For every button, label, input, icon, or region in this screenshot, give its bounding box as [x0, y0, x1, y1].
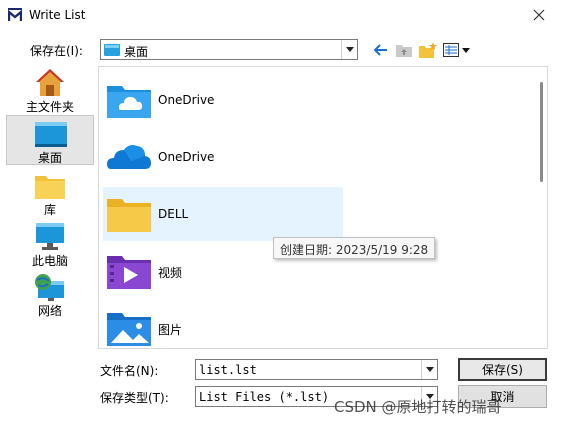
- lookin-label: 保存在(I):: [30, 44, 83, 58]
- chevron-down-icon[interactable]: [341, 40, 357, 59]
- save-button[interactable]: 保存(S): [458, 358, 547, 381]
- list-item[interactable]: OneDrive: [103, 73, 343, 127]
- up-folder-button[interactable]: [395, 40, 413, 60]
- places-sidebar: 主文件夹 桌面 库 此电脑 网络: [4, 66, 96, 348]
- file-name: OneDrive: [158, 93, 215, 107]
- new-folder-button[interactable]: [418, 40, 438, 60]
- list-item[interactable]: 图片: [103, 301, 343, 348]
- lookin-dropdown[interactable]: 桌面: [100, 39, 358, 60]
- place-library[interactable]: 库: [6, 170, 94, 218]
- home-icon: [36, 69, 64, 96]
- filetype-label: 保存类型(T):: [100, 391, 169, 405]
- videos-folder-icon: [107, 256, 151, 289]
- scroll-thumb[interactable]: [540, 82, 543, 182]
- tooltip: 创建日期: 2023/5/19 9:28: [273, 237, 436, 259]
- place-network[interactable]: 网络: [6, 271, 94, 321]
- place-label-desktop: 桌面: [37, 151, 62, 165]
- lookin-value: 桌面: [124, 45, 149, 59]
- place-label-library: 库: [43, 203, 56, 217]
- close-button[interactable]: [522, 4, 556, 26]
- title-bar: Write List: [0, 0, 563, 32]
- folder-icon: [107, 199, 151, 232]
- up-folder-icon: [396, 45, 412, 57]
- back-arrow-icon: [374, 44, 387, 56]
- new-folder-icon: [419, 42, 437, 58]
- filename-label: 文件名(N):: [100, 364, 159, 378]
- m-logo-icon: [8, 8, 22, 21]
- place-computer[interactable]: 此电脑: [6, 221, 94, 269]
- window-title: Write List: [29, 8, 86, 22]
- file-name: OneDrive: [158, 150, 215, 164]
- network-icon: [35, 274, 64, 301]
- filename-field[interactable]: list.lst: [195, 359, 438, 380]
- close-icon: [533, 9, 545, 21]
- place-desktop[interactable]: 桌面: [6, 115, 94, 165]
- chevron-down-icon[interactable]: [421, 360, 437, 379]
- place-label-network: 网络: [37, 304, 62, 318]
- view-menu-icon: [443, 43, 470, 57]
- desktop-mini-icon: [104, 44, 120, 56]
- onedrive-cloud-icon: [107, 145, 151, 169]
- view-menu-button[interactable]: [442, 40, 472, 60]
- file-name: 视频: [158, 266, 183, 280]
- desktop-icon: [35, 122, 67, 147]
- place-label-computer: 此电脑: [31, 254, 68, 268]
- list-item[interactable]: OneDrive: [103, 130, 343, 184]
- place-label-home: 主文件夹: [25, 100, 74, 114]
- pictures-folder-icon: [107, 313, 151, 346]
- back-button[interactable]: [372, 40, 390, 60]
- list-item[interactable]: DELL: [103, 187, 343, 241]
- filename-value: list.lst: [199, 363, 257, 377]
- watermark: CSDN @原地打转的瑞哥: [334, 398, 502, 416]
- file-name: DELL: [158, 207, 189, 221]
- scrollbar[interactable]: [538, 66, 546, 349]
- computer-icon: [36, 223, 64, 250]
- place-home[interactable]: 主文件夹: [6, 66, 94, 116]
- library-icon: [35, 176, 65, 199]
- file-name: 图片: [158, 323, 183, 337]
- filetype-value: List Files (*.lst): [199, 390, 330, 404]
- file-list[interactable]: OneDrive OneDrive DELL 视频 图片: [98, 66, 548, 349]
- onedrive-folder-icon: [107, 86, 151, 118]
